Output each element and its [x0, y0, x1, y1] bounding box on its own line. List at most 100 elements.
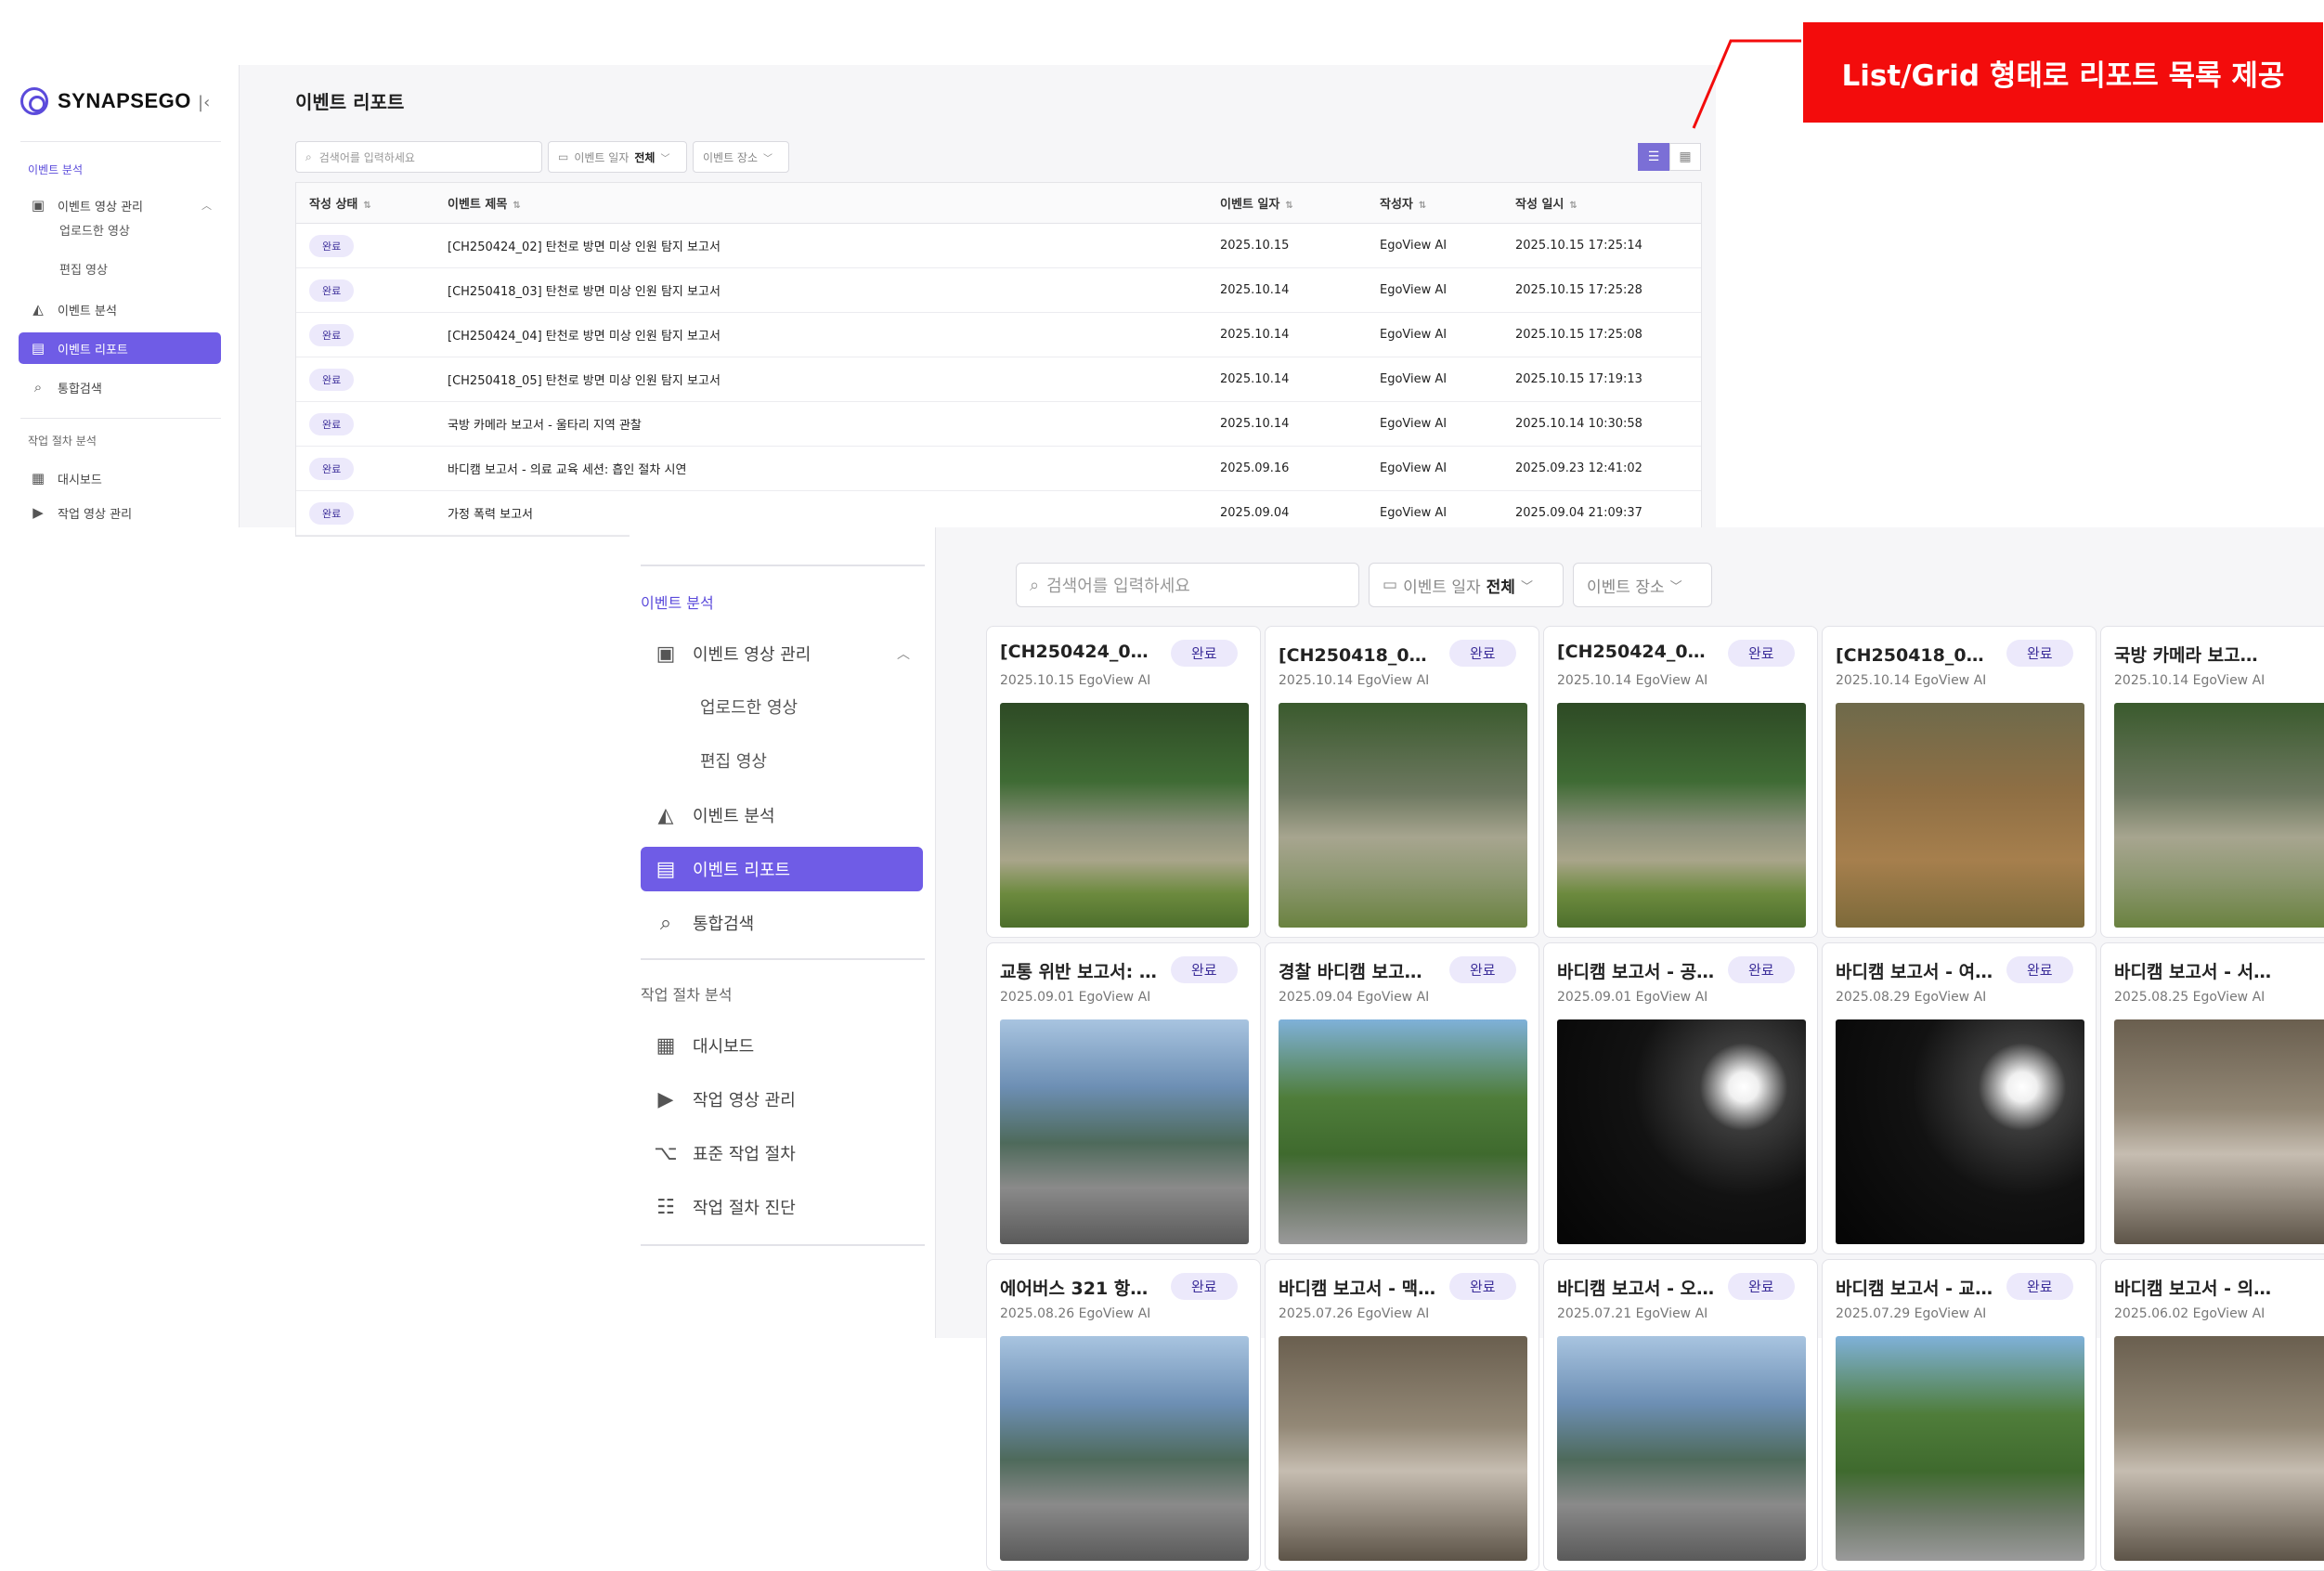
filter-value: 전체	[634, 150, 656, 164]
cell-created-at: 2025.10.15 17:19:13	[1515, 372, 1701, 386]
filter-label: 이벤트 일자	[574, 150, 630, 164]
search-input[interactable]: ⌕ 검색어를 입력하세요	[295, 141, 542, 173]
diagnosis-icon: ☷	[656, 1195, 675, 1219]
report-card[interactable]: [CH250418_03] 탄... 완료 2025.10.14 EgoView A…	[1265, 626, 1539, 938]
card-title: [CH250418_03] 탄...	[1279, 645, 1436, 666]
report-card[interactable]: 바디캠 보고서 - 서양 ... 2025.08.25 EgoView AI	[2100, 942, 2324, 1254]
sidebar-item-search[interactable]: ⌕ 통합검색	[641, 901, 923, 945]
card-meta: 2025.08.26 EgoView AI	[1000, 1306, 1151, 1321]
chevron-up-icon[interactable]: ︿	[201, 198, 212, 213]
sidebar-item-uploaded[interactable]: 업로드한 영상	[19, 210, 130, 249]
sidebar-item-dashboard[interactable]: ▦ 대시보드	[641, 1023, 923, 1068]
report-card[interactable]: 에어버스 321 항공기 ... 완료 2025.08.26 EgoView AI	[986, 1259, 1261, 1571]
card-thumbnail	[1836, 1019, 2084, 1244]
card-thumbnail	[1000, 703, 1249, 928]
divider	[20, 418, 221, 419]
cell-event-date: 2025.10.14	[1220, 328, 1380, 342]
table-row[interactable]: 완료 [CH250424_02] 탄천로 방면 미상 인원 탐지 보고서 2025.…	[296, 224, 1701, 268]
col-title[interactable]: 이벤트 제목 ⇅	[448, 194, 1220, 212]
cell-report-title: [CH250418_05] 탄천로 방면 미상 인원 탐지 보고서	[448, 370, 1220, 388]
report-title: 바디캠 보고서 - 의료 교육 세션: 흡인 절차 시연	[448, 463, 687, 477]
table-header: 작성 상태 ⇅ 이벤트 제목 ⇅ 이벤트 일자 ⇅ 작성자 ⇅ 작성 일시 ⇅	[296, 183, 1701, 224]
table-row[interactable]: 완료 [CH250418_03] 탄천로 방면 미상 인원 탐지 보고서 2025.…	[296, 268, 1701, 313]
calendar-icon: ▭	[558, 150, 569, 163]
shapes-search-icon: ◭	[32, 301, 44, 318]
cell-status-badge: 완료	[296, 323, 448, 346]
table-row[interactable]: 완료 바디캠 보고서 - 의료 교육 세션: 흡인 절차 시연 2025.09.16…	[296, 447, 1701, 491]
place-filter-select[interactable]: 이벤트 장소 ﹀	[693, 141, 789, 173]
search-input[interactable]: ⌕ 검색어를 입력하세요	[1016, 563, 1359, 607]
card-meta: 2025.08.25 EgoView AI	[2114, 990, 2266, 1005]
chevron-up-icon[interactable]: ︿	[897, 644, 910, 663]
report-card[interactable]: 교통 위반 보고서: 교... 완료 2025.09.01 EgoView AI	[986, 942, 1261, 1254]
sidebar-item-edited[interactable]: 편집 영상	[641, 734, 767, 787]
sidebar-item-uploaded[interactable]: 업로드한 영상	[641, 680, 798, 734]
table-row[interactable]: 완료 국방 카메라 보고서 - 울타리 지역 관찰 2025.10.14 EgoVie…	[296, 402, 1701, 447]
sidebar-item-event-analysis[interactable]: ◭ 이벤트 분석	[19, 293, 221, 325]
report-card[interactable]: 바디캠 보고서 - 맥북 ... 완료 2025.07.26 EgoView AI	[1265, 1259, 1539, 1571]
cell-event-date: 2025.10.14	[1220, 417, 1380, 431]
sidebar-section-event-analysis: 이벤트 분석	[28, 163, 84, 176]
status-badge: 완료	[309, 323, 355, 346]
cell-event-date: 2025.10.14	[1220, 372, 1380, 386]
col-author[interactable]: 작성자 ⇅	[1380, 194, 1515, 212]
status-badge: 완료	[1171, 956, 1238, 983]
cell-created-at: 2025.10.15 17:25:14	[1515, 239, 1701, 253]
main-content: ⌕ 검색어를 입력하세요 ▭ 이벤트 일자 전체 ﹀ 이벤트 장소 ﹀ [CH2…	[936, 527, 2324, 1571]
report-card[interactable]: [CH250424_02] ... 완료 2025.10.15 EgoView AI	[986, 626, 1261, 938]
col-status[interactable]: 작성 상태 ⇅	[296, 194, 448, 212]
sidebar-item-label: 이벤트 리포트	[58, 343, 128, 357]
sidebar-item-sop[interactable]: ⌥ 표준 작업 절차	[641, 1131, 923, 1175]
report-card[interactable]: 국방 카메라 보고서 - ... 2025.10.14 EgoView AI	[2100, 626, 2324, 938]
sidebar-item-event-report[interactable]: ▤ 이벤트 리포트	[19, 332, 221, 364]
report-card[interactable]: 바디캠 보고서 - 공원 ... 완료 2025.09.01 EgoView AI	[1543, 942, 1818, 1254]
sidebar-item-diagnosis[interactable]: ☷ 작업 절차 진단	[641, 1185, 923, 1229]
sidebar-item-search[interactable]: ⌕ 통합검색	[19, 371, 221, 403]
callout-connector	[1692, 39, 1801, 129]
cell-report-title: 바디캠 보고서 - 의료 교육 세션: 흡인 절차 시연	[448, 460, 1220, 477]
card-title: 에어버스 321 항공기 ...	[1000, 1279, 1158, 1299]
status-badge: 완료	[1728, 956, 1795, 983]
status-badge: 완료	[2006, 1273, 2073, 1300]
card-title: 바디캠 보고서 - 오피...	[1557, 1279, 1715, 1299]
table-row[interactable]: 완료 [CH250424_04] 탄천로 방면 미상 인원 탐지 보고서 2025.…	[296, 313, 1701, 357]
sidebar-item-event-video[interactable]: ▣ 이벤트 영상 관리 ︿	[641, 631, 923, 676]
created-at: 2025.09.23 12:41:02	[1515, 461, 1642, 475]
col-date[interactable]: 이벤트 일자 ⇅	[1220, 194, 1380, 212]
sidebar-item-label: 이벤트 영상 관리	[693, 645, 811, 665]
date-filter-select[interactable]: ▭ 이벤트 일자 전체 ﹀	[1369, 563, 1564, 607]
cell-author: EgoView AI	[1380, 328, 1515, 342]
sidebar-item-event-analysis[interactable]: ◭ 이벤트 분석	[641, 793, 923, 837]
sidebar-item-work-video[interactable]: ▶ 작업 영상 관리	[19, 501, 221, 524]
sidebar-item-work-video[interactable]: ▶ 작업 영상 관리	[641, 1077, 923, 1122]
table-row[interactable]: 완료 [CH250418_05] 탄천로 방면 미상 인원 탐지 보고서 2025.…	[296, 357, 1701, 402]
report-card[interactable]: 바디캠 보고서 - 교통 ... 완료 2025.07.29 EgoView AI	[1822, 1259, 2097, 1571]
cell-event-date: 2025.09.04	[1220, 506, 1380, 520]
card-title: [CH250424_02] ...	[1000, 642, 1158, 662]
date-filter-select[interactable]: ▭ 이벤트 일자 전체 ﹀	[548, 141, 687, 173]
report-card[interactable]: [CH250424_04] ... 완료 2025.10.14 EgoView AI	[1543, 626, 1818, 938]
report-card[interactable]: 바디캠 보고서 - 여성... 완료 2025.08.29 EgoView AI	[1822, 942, 2097, 1254]
report-card[interactable]: 바디캠 보고서 - 의심... 2025.06.02 EgoView AI	[2100, 1259, 2324, 1571]
report-card[interactable]: 바디캠 보고서 - 오피... 완료 2025.07.21 EgoView AI	[1543, 1259, 1818, 1571]
col-created[interactable]: 작성 일시 ⇅	[1515, 194, 1701, 212]
report-card[interactable]: 경찰 바디캠 보고서: ... 완료 2025.09.04 EgoView AI	[1265, 942, 1539, 1254]
status-badge: 완료	[309, 368, 355, 391]
sidebar-item-event-report[interactable]: ▤ 이벤트 리포트	[641, 847, 923, 891]
shapes-search-icon: ◭	[657, 803, 674, 827]
sidebar-item-edited[interactable]: 편집 영상	[19, 249, 108, 288]
status-badge: 완료	[1449, 1273, 1516, 1300]
filter-label: 이벤트 장소	[703, 150, 759, 164]
grid-view-icon[interactable]: ▦	[1669, 143, 1701, 171]
card-meta: 2025.06.02 EgoView AI	[2114, 1306, 2266, 1321]
sidebar-item-dashboard[interactable]: ▦ 대시보드	[19, 462, 221, 494]
card-meta: 2025.07.26 EgoView AI	[1279, 1306, 1430, 1321]
video-folder-icon: ▣	[656, 642, 676, 666]
card-thumbnail	[1279, 1336, 1527, 1561]
place-filter-select[interactable]: 이벤트 장소 ﹀	[1573, 563, 1712, 607]
collapse-sidebar-icon[interactable]: |‹	[198, 93, 210, 112]
report-title: [CH250424_02] 탄천로 방면 미상 인원 탐지 보고서	[448, 240, 721, 254]
report-card[interactable]: [CH250418_05] 탄... 완료 2025.10.14 EgoView A…	[1822, 626, 2097, 938]
dashboard-icon: ▦	[656, 1033, 676, 1058]
list-view-icon[interactable]: ☰	[1638, 143, 1669, 171]
